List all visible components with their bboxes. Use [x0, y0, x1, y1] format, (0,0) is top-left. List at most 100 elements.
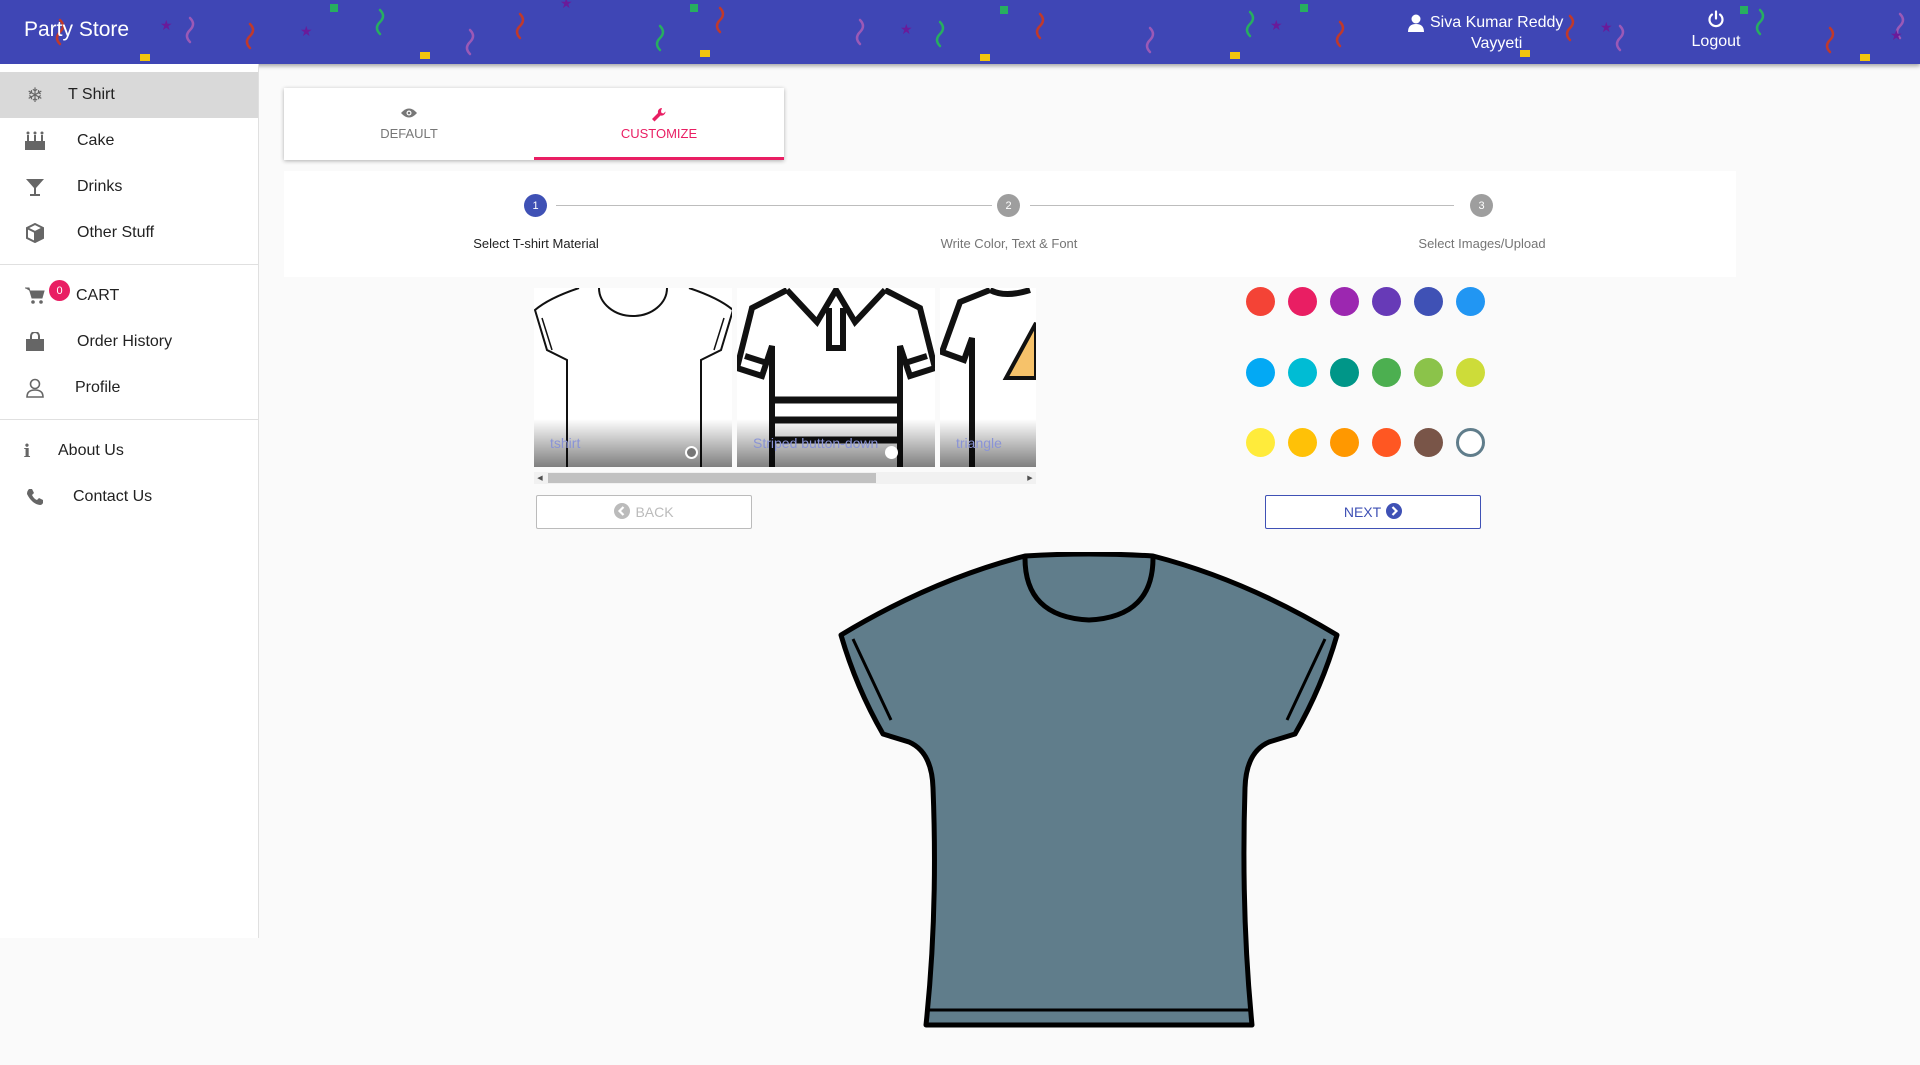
cart-count-badge: 0 [49, 280, 70, 301]
color-swatch[interactable] [1246, 287, 1275, 316]
gallery-horizontal-scrollbar[interactable]: ◀ ▶ [534, 472, 1036, 484]
color-swatch[interactable] [1372, 357, 1401, 387]
sidebar-item-about-us[interactable]: i About Us [0, 428, 258, 474]
app-header: ★ ★ ★ ★ ★ ★ ★ Party Store Siva Kumar Reddy V… [0, 0, 1920, 64]
tshirt-preview-body [838, 552, 1340, 1028]
sidebar-item-cake[interactable]: Cake [0, 118, 258, 164]
color-swatch[interactable] [1330, 428, 1359, 457]
step-2-circle[interactable]: 2 [997, 194, 1020, 217]
tile-title: tshirt [550, 435, 581, 451]
back-button[interactable]: BACK [536, 495, 752, 529]
sidebar-item-other-stuff[interactable]: Other Stuff [0, 210, 258, 256]
sidebar-item-label: Drinks [77, 178, 123, 195]
chevron-right-circle-icon [1386, 502, 1403, 522]
color-swatch[interactable] [1288, 428, 1317, 457]
chevron-left-circle-icon [614, 502, 631, 522]
sidebar-item-t-shirt[interactable]: ❄ T Shirt [0, 72, 258, 118]
step-1-label: Select T-shirt Material [473, 236, 599, 251]
color-swatch[interactable] [1330, 287, 1359, 316]
svg-text:★: ★ [160, 18, 173, 34]
sidebar-item-drinks[interactable]: Drinks [0, 164, 258, 210]
color-swatch[interactable] [1330, 357, 1359, 387]
birthday-cake-icon [24, 130, 46, 152]
sidebar-divider [0, 264, 258, 265]
tile-title: Striped button-down [753, 435, 879, 451]
cart-icon [24, 285, 46, 307]
eye-icon [401, 107, 417, 123]
color-swatch[interactable] [1456, 357, 1485, 387]
step-1-circle[interactable]: 1 [524, 194, 547, 217]
sidebar-item-label: Order History [77, 333, 173, 350]
cube-icon [24, 222, 46, 244]
app-title[interactable]: Party Store [24, 18, 129, 42]
sidebar-item-label: Profile [75, 379, 121, 396]
user-name-line1: Siva Kumar Reddy [1430, 14, 1564, 31]
step-2-label: Write Color, Text & Font [940, 236, 1078, 251]
color-swatch[interactable] [1288, 287, 1317, 316]
material-gallery[interactable]: tshirt Striped button-down triangle [534, 288, 1036, 488]
next-label: NEXT [1343, 504, 1382, 520]
shopping-bag-icon [24, 331, 46, 353]
tab-label: CUSTOMIZE [620, 126, 698, 141]
scroll-right-arrow-icon[interactable]: ▶ [1024, 472, 1036, 484]
svg-text:★: ★ [300, 24, 313, 40]
sidebar-item-label: Cake [77, 132, 115, 149]
sidebar-item-label: Other Stuff [77, 224, 155, 241]
sidebar-item-contact-us[interactable]: Contact Us [0, 474, 258, 520]
step-connector [1030, 205, 1454, 206]
logout-button[interactable]: Logout [1686, 10, 1746, 51]
color-swatch[interactable] [1246, 357, 1275, 387]
next-button[interactable]: NEXT [1265, 495, 1481, 529]
tab-customize[interactable]: CUSTOMIZE [534, 88, 784, 160]
tile-select-radio[interactable] [885, 446, 898, 459]
tab-default[interactable]: DEFAULT [284, 88, 534, 160]
cocktail-glass-icon [24, 176, 46, 198]
tile-title: triangle [956, 435, 1002, 451]
back-label: BACK [635, 504, 674, 520]
color-swatch[interactable] [1372, 428, 1401, 457]
mode-tabs: DEFAULT CUSTOMIZE [284, 88, 784, 160]
sidebar-item-cart[interactable]: 0 CART [0, 273, 258, 319]
color-swatch[interactable] [1456, 428, 1485, 457]
sidebar-item-profile[interactable]: Profile [0, 365, 258, 411]
user-name-line2: Vayyeti [1471, 35, 1523, 52]
color-swatch[interactable] [1414, 357, 1443, 387]
sidebar-divider [0, 419, 258, 420]
color-swatch[interactable] [1456, 287, 1485, 316]
color-swatch[interactable] [1246, 428, 1275, 457]
sidebar-item-label: About Us [58, 442, 124, 459]
user-menu[interactable]: Siva Kumar Reddy Vayyeti [1408, 12, 1563, 54]
phone-icon [24, 486, 46, 508]
scrollbar-thumb[interactable] [548, 473, 876, 483]
color-swatch[interactable] [1414, 287, 1443, 316]
logout-label: Logout [1691, 33, 1741, 50]
color-swatch[interactable] [1372, 287, 1401, 316]
tshirt-preview [838, 552, 1340, 1028]
color-swatch[interactable] [1288, 357, 1317, 387]
svg-text:★: ★ [900, 22, 913, 38]
color-swatch[interactable] [1414, 428, 1443, 457]
svg-text:★: ★ [1890, 28, 1903, 44]
user-icon [1408, 14, 1424, 32]
step-3-label: Select Images/Upload [1418, 236, 1546, 251]
sidebar: ❄ T Shirt Cake Drinks Other Stuff 0 CART… [0, 64, 259, 938]
sidebar-item-label: T Shirt [68, 86, 115, 103]
confetti-background: ★ ★ ★ ★ ★ ★ ★ [55, 0, 1905, 61]
sidebar-item-label: Contact Us [73, 488, 153, 505]
sidebar-item-order-history[interactable]: Order History [0, 319, 258, 365]
svg-text:★: ★ [1270, 18, 1283, 34]
scroll-left-arrow-icon[interactable]: ◀ [534, 472, 546, 484]
stepper: 1 2 3 Select T-shirt Material Write Colo… [284, 171, 1736, 277]
power-icon [1708, 10, 1724, 28]
tile-select-radio[interactable] [685, 446, 698, 459]
material-tile-tshirt[interactable]: tshirt [534, 288, 732, 467]
wrench-icon [651, 107, 667, 123]
material-tile-triangle[interactable]: triangle [940, 288, 1036, 467]
snowflake-icon: ❄ [26, 84, 44, 107]
svg-text:★: ★ [1600, 20, 1613, 36]
sidebar-item-label: CART [76, 287, 120, 304]
step-3-circle[interactable]: 3 [1470, 194, 1493, 217]
step-connector [556, 205, 992, 206]
svg-text:★: ★ [560, 0, 573, 12]
material-tile-striped[interactable]: Striped button-down [737, 288, 935, 467]
